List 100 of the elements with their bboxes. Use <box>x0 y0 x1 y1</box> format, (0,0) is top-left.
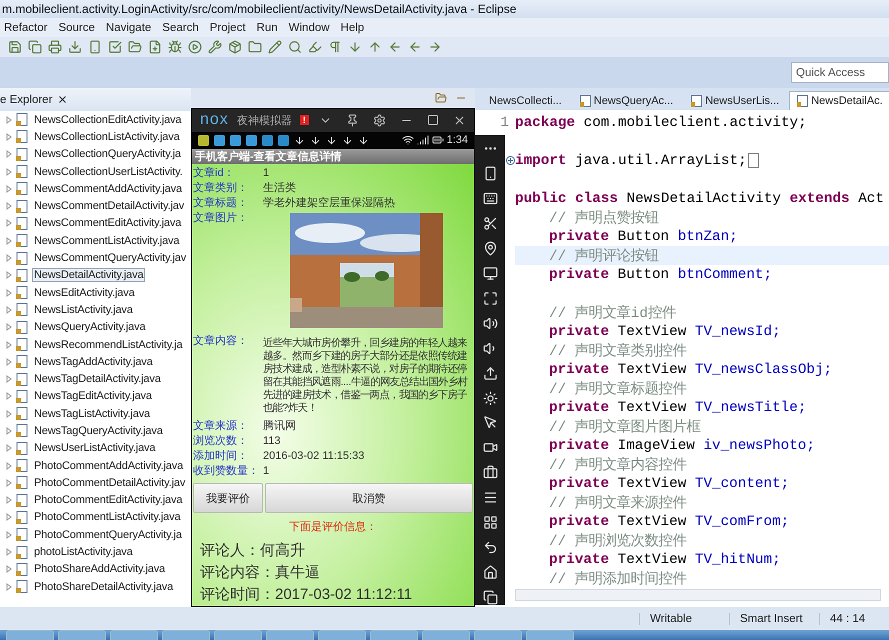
menu-item[interactable]: Source <box>58 22 95 34</box>
expand-icon[interactable] <box>506 156 515 165</box>
file-tree-item[interactable]: NewsCommentAddActivity.java <box>0 180 191 198</box>
close-icon[interactable] <box>453 114 466 127</box>
code-line: private TextView TV_comFrom; <box>549 514 790 530</box>
file-tree-item[interactable]: NewsCollectionListActivity.java <box>0 128 191 146</box>
file-tree-item[interactable]: NewsEditActivity.java <box>0 284 191 302</box>
file-tree-item[interactable]: NewsTagDetailActivity.java <box>0 370 191 388</box>
editor-tab[interactable]: NewsUserLis... <box>683 91 788 110</box>
app-icon <box>214 134 225 146</box>
file-tree-item[interactable]: PhotoShareAddActivity.java <box>0 560 191 578</box>
folder-icon[interactable] <box>435 92 447 104</box>
file-tree-item[interactable]: NewsListActivity.java <box>0 301 191 319</box>
editor-tab[interactable]: NewsDetailAc. <box>789 91 889 110</box>
grid-icon[interactable] <box>482 515 498 530</box>
package-icon[interactable] <box>228 40 242 54</box>
file-tree-item[interactable]: NewsTagAddActivity.java <box>0 353 191 370</box>
highlighter-icon[interactable] <box>308 40 322 54</box>
location-icon[interactable] <box>482 240 498 256</box>
settings-icon[interactable] <box>373 114 386 127</box>
copy-icon[interactable] <box>28 40 42 54</box>
pin-icon[interactable] <box>346 114 359 127</box>
volume-up-icon[interactable] <box>482 316 498 331</box>
menu-item[interactable]: Project <box>210 22 246 34</box>
file-tree-item[interactable]: NewsUserListActivity.java <box>0 440 191 457</box>
unlike-button[interactable]: 取消赞 <box>265 483 473 513</box>
line-number: 1 <box>500 114 509 130</box>
comment-text: 评论人：何高升 <box>199 541 306 561</box>
wrench-icon[interactable] <box>208 40 222 54</box>
file-tree-item[interactable]: NewsCommentDetailActivity.jav <box>0 197 191 215</box>
menu-icon[interactable] <box>482 490 498 506</box>
download-icon[interactable] <box>68 40 82 54</box>
quick-access-field[interactable]: Quick Access <box>791 62 889 83</box>
briefcase-icon[interactable] <box>482 465 498 480</box>
upload-icon[interactable] <box>482 366 498 381</box>
save-icon[interactable] <box>8 40 22 54</box>
pilcrow-icon[interactable] <box>328 40 342 54</box>
pointer-icon[interactable] <box>482 415 498 430</box>
menu-item[interactable]: Navigate <box>106 22 152 34</box>
checkbox-icon[interactable] <box>108 40 122 54</box>
folder-icon[interactable] <box>248 40 262 54</box>
search-icon[interactable] <box>288 40 302 54</box>
keyboard-icon[interactable] <box>482 190 498 206</box>
java-file-icon <box>16 562 28 576</box>
file-tree-item[interactable]: photoListActivity.java <box>0 543 191 561</box>
print-icon[interactable] <box>48 40 62 54</box>
file-tree-item[interactable]: NewsTagEditActivity.java <box>0 388 191 406</box>
forward-icon[interactable] <box>428 40 442 54</box>
menu-item[interactable]: Help <box>340 22 364 34</box>
file-tree-item[interactable]: NewsCommentEditActivity.java <box>0 214 191 232</box>
arrow-up-icon[interactable] <box>368 40 382 54</box>
file-tree-item[interactable]: NewsCollectionQueryActivity.ja <box>0 146 191 163</box>
fullscreen-icon[interactable] <box>482 290 498 306</box>
comment-button[interactable]: 我要评价 <box>193 483 263 513</box>
back-icon[interactable] <box>482 540 498 556</box>
file-tree-item[interactable]: PhotoCommentAddActivity.java <box>0 456 191 474</box>
code-line: // 声明添加时间控件 <box>549 570 687 588</box>
expand-arrow-icon <box>6 444 12 452</box>
file-tree-item[interactable]: NewsTagQueryActivity.java <box>0 422 191 440</box>
new-file-icon[interactable] <box>148 40 162 54</box>
editor-tab[interactable]: NewsQueryAc... <box>572 91 682 110</box>
file-tree-item[interactable]: NewsCommentListActivity.java <box>0 232 191 250</box>
file-tree-item[interactable]: PhotoCommentListActivity.java <box>0 508 191 526</box>
pencil-icon[interactable] <box>268 40 282 54</box>
file-tree-item[interactable]: PhotoCommentDetailActivity.jav <box>0 474 191 492</box>
file-tree-item[interactable]: NewsQueryActivity.java <box>0 318 191 336</box>
editor-tab[interactable]: NewsCollecti... <box>481 91 570 110</box>
home-icon[interactable] <box>482 565 498 580</box>
emulator-logo: nox <box>200 111 229 130</box>
phone-icon[interactable] <box>482 166 498 181</box>
menu-item[interactable]: Refactor <box>4 22 48 34</box>
menu-item[interactable]: Run <box>256 22 278 34</box>
file-tree-item[interactable]: NewsCollectionEditActivity.java <box>0 111 191 128</box>
monitor-icon[interactable] <box>482 266 498 281</box>
file-tree-item[interactable]: NewsCollectionUserListActivity. <box>0 162 191 180</box>
file-tree-item[interactable]: NewsTagListActivity.java <box>0 405 191 422</box>
file-tree-item[interactable]: NewsRecommendListActivity.ja <box>0 336 191 354</box>
expand-arrow-icon <box>6 236 12 245</box>
close-icon[interactable] <box>57 94 68 105</box>
file-tree-item[interactable]: PhotoCommentEditActivity.java <box>0 492 191 509</box>
menu-item[interactable]: Search <box>162 22 199 34</box>
menu-item[interactable]: Window <box>288 22 330 34</box>
field-label: 文章内容： <box>193 334 249 349</box>
run-icon[interactable] <box>188 40 202 54</box>
field-label: 浏览次数： <box>193 434 249 449</box>
code-line: private TextView TV_newsTitle; <box>549 400 806 416</box>
folder-icon[interactable] <box>128 40 142 54</box>
java-file-icon <box>16 424 28 438</box>
recent-apps-icon[interactable] <box>482 590 498 606</box>
arrow-down-icon[interactable] <box>348 40 362 54</box>
bug-icon[interactable] <box>168 40 182 54</box>
field-label: 文章标题： <box>193 196 249 211</box>
code-line: package com.mobileclient.activity; <box>515 114 807 130</box>
maximize-icon[interactable] <box>427 114 439 126</box>
scissors-icon[interactable] <box>482 216 498 231</box>
file-tree-item[interactable]: NewsCommentQueryActivity.jav <box>0 249 191 267</box>
file-tree-item[interactable]: PhotoShareDetailActivity.java <box>0 578 191 596</box>
file-tree-item[interactable]: NewsDetailActivity.java <box>0 266 191 284</box>
file-tree-item[interactable]: PhotoCommentQueryActivity.ja <box>0 526 191 544</box>
volume-down-icon[interactable] <box>482 340 498 356</box>
